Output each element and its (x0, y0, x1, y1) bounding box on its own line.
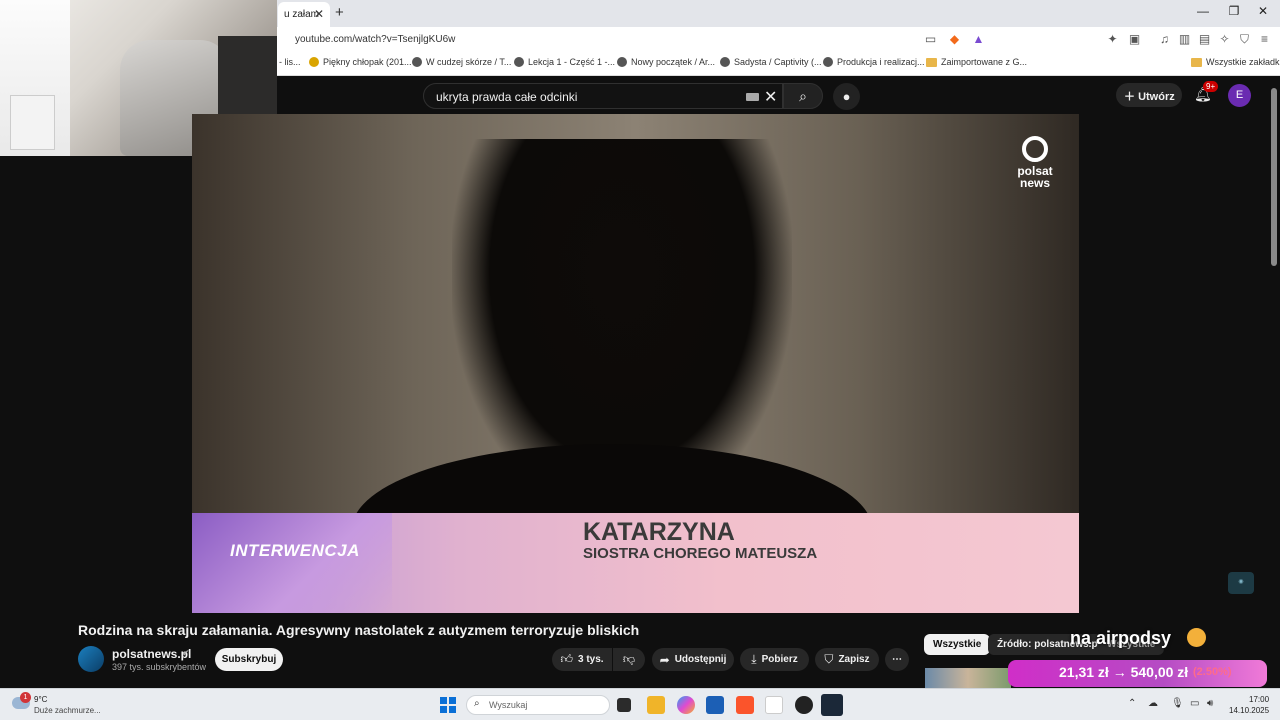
share-icon: ➦ (659, 652, 670, 667)
bookmark-icon (412, 57, 422, 67)
stream-overlay-text: na airpodsy (1070, 628, 1172, 648)
search-query: ukryta prawda całe odcinki (436, 90, 578, 104)
bookmark-item[interactable]: Lekcja 1 - Część 1 -... (514, 57, 615, 67)
channel-avatar[interactable] (78, 646, 104, 672)
bookmark-icon (823, 57, 833, 67)
store-icon[interactable] (706, 696, 724, 714)
volume-icon[interactable]: 🔊︎ (1207, 698, 1213, 709)
wallet-icon[interactable]: ▤ (1197, 32, 1212, 47)
all-bookmarks-folder[interactable]: Wszystkie zakładki (1191, 57, 1280, 67)
panel-icon[interactable]: ▥ (1177, 32, 1192, 47)
clock-date[interactable]: 14.10.2025 (1229, 706, 1269, 715)
donation-goal-amount: 21,31 zł → 540,00 zł (1059, 664, 1189, 680)
youtube-header: ukryta prawda całe odcinki ✕ ⌕ ● ＋ Utwór… (277, 77, 1280, 114)
clear-search-icon[interactable]: ✕ (764, 87, 777, 107)
download-icon: ⤓ (751, 652, 757, 666)
tab-close-icon[interactable]: ✕ (314, 7, 324, 21)
address-bar-row: youtube.com/watch?v=TsenjlgKU6w ▭ ◆ ▲ ✦ … (277, 27, 1280, 52)
search-icon: ⌕ (474, 698, 480, 709)
page-scrollbar[interactable] (1271, 88, 1277, 266)
clock-time[interactable]: 17:00 (1249, 695, 1269, 704)
bookmark-item[interactable]: Sadysta / Captivity (... (720, 57, 822, 67)
folder-icon (926, 57, 937, 67)
lower-third-banner: INTERWENCJA KATARZYNA SIOSTRA CHOREGO MA… (192, 513, 1079, 613)
app-icon[interactable] (765, 696, 783, 714)
emoji-icon (1187, 628, 1206, 647)
steam-icon[interactable] (821, 694, 843, 716)
subscribe-button[interactable]: Subskrybuj (215, 648, 283, 671)
account-avatar[interactable]: E (1228, 84, 1251, 107)
bookmark-icon (720, 57, 730, 67)
weather-badge: 1 (20, 692, 31, 703)
video-player[interactable]: polsat news INTERWENCJA KATARZYNA SIOSTR… (192, 114, 1079, 613)
create-button[interactable]: ＋ Utwórz (1116, 83, 1182, 107)
extensions-icon[interactable]: ✦ (1105, 32, 1120, 47)
like-button[interactable]: 👍︎ 3 tys. (552, 648, 612, 671)
search-input[interactable]: ukryta prawda całe odcinki ✕ (423, 83, 783, 109)
brave-browser-icon[interactable] (736, 696, 754, 714)
folder-icon (1191, 57, 1202, 67)
notifications-badge: 9+ (1203, 81, 1219, 92)
menu-icon[interactable]: ≡ (1257, 32, 1272, 47)
microphone-tray-icon[interactable]: 🎙︎ (1171, 698, 1184, 709)
bookmark-item[interactable]: - lis... (279, 57, 301, 67)
video-title: Rodzina na skraju załamania. Agresywny n… (78, 622, 640, 638)
task-view-icon[interactable] (617, 698, 631, 712)
dislike-button[interactable]: 👎︎ (613, 648, 645, 671)
brave-rewards-icon[interactable]: ▲ (971, 32, 986, 47)
keyboard-icon[interactable] (746, 93, 759, 101)
onedrive-icon[interactable]: ☁ (1148, 698, 1158, 709)
url-field[interactable]: youtube.com/watch?v=TsenjlgKU6w (295, 34, 455, 45)
speaker-name: KATARZYNA (583, 518, 735, 546)
network-icon[interactable]: ▭ (1190, 698, 1199, 709)
donation-goal-percent: (2.50%) (1193, 666, 1232, 678)
download-button[interactable]: ⤓ Pobierz (740, 648, 809, 671)
microphone-icon[interactable]: ● (833, 83, 860, 110)
new-tab-button[interactable]: + (335, 4, 344, 21)
bookmark-item[interactable]: Nowy początek / Ar... (617, 57, 715, 67)
bookmark-item[interactable]: Piękny chłopak (201... (309, 57, 412, 67)
bookmark-item[interactable]: W cudzej skórze / T... (412, 57, 511, 67)
file-explorer-icon[interactable] (647, 696, 665, 714)
subscriber-count: 397 tys. subskrybentów (112, 662, 207, 672)
music-icon[interactable]: ♫ (1157, 32, 1172, 47)
windows-start-icon[interactable] (440, 697, 456, 713)
verified-icon: ✔ (182, 648, 190, 658)
tray-overflow-icon[interactable]: ⌃ (1128, 698, 1136, 709)
share-button[interactable]: ➦ Udostępnij (652, 648, 734, 671)
browser-tab-active[interactable]: u załam ✕ (278, 2, 330, 27)
weather-description: Duże zachmurze... (34, 706, 101, 715)
bookmark-icon (514, 57, 524, 67)
bookmark-folder[interactable]: Zaimportowane z G... (926, 57, 1027, 67)
bookmark-icon: ⛉ (824, 652, 834, 666)
thumbs-up-icon: 👍︎ (560, 652, 573, 666)
bookmark-icon (309, 57, 319, 67)
more-actions-button[interactable]: ⋯ (885, 648, 909, 671)
channel-name[interactable]: polsatnews.pl (112, 647, 191, 661)
vpn-icon[interactable]: ⛉ (1237, 32, 1252, 47)
chip-all[interactable]: Wszystkie (924, 634, 991, 655)
sidebar-icon[interactable]: ▣ (1127, 32, 1142, 47)
channel-watermark-icon: ◉ (1228, 572, 1254, 594)
close-window-button[interactable]: ✕ (1240, 4, 1280, 18)
program-name: INTERWENCJA (230, 541, 360, 560)
cast-icon[interactable]: ▭ (923, 32, 938, 47)
recommended-thumbnail[interactable] (925, 668, 1011, 688)
windows-taskbar: 1 9°C Duże zachmurze... Wyszukaj ⌕ ⌃ ☁ 🎙… (0, 688, 1280, 720)
speaker-role: SIOSTRA CHOREGO MATEUSZA (583, 545, 818, 562)
bookmarks-bar: - lis... Piękny chłopak (201... W cudzej… (277, 52, 1280, 76)
obs-icon[interactable] (795, 696, 813, 714)
thumbs-down-icon: 👎︎ (622, 652, 636, 666)
weather-temperature[interactable]: 9°C (34, 695, 47, 704)
taskbar-search-input[interactable]: Wyszukaj (466, 695, 610, 715)
polsat-news-logo: polsat news (1007, 136, 1063, 189)
search-button[interactable]: ⌕ (783, 83, 823, 109)
save-button[interactable]: ⛉ Zapisz (815, 648, 879, 671)
bookmark-icon (617, 57, 627, 67)
brave-shield-icon[interactable]: ◆ (947, 32, 962, 47)
bookmark-item[interactable]: Produkcja i realizacj... (823, 57, 925, 67)
copilot-icon[interactable] (677, 696, 695, 714)
ai-icon[interactable]: ✧ (1217, 32, 1232, 47)
